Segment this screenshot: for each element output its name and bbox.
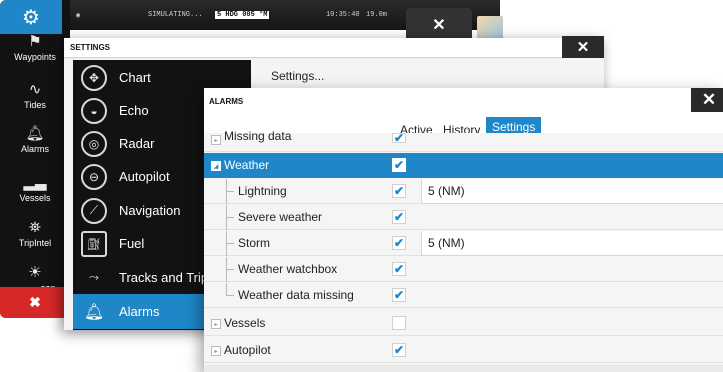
expand-icon[interactable]: ▸ xyxy=(211,135,221,145)
vessel-icon: ▂▃ xyxy=(23,174,47,191)
menu-item-label: Radar xyxy=(119,136,155,151)
alarm-checkbox[interactable]: ✔ xyxy=(392,158,406,172)
steering-wheel-icon: ⊖ xyxy=(81,163,107,190)
alarm-checkbox[interactable]: ✔ xyxy=(392,236,406,250)
tripintel-icon: ⛯ xyxy=(28,219,41,236)
settings-button[interactable]: ⚙ xyxy=(0,0,62,34)
compass-icon: ⟋ xyxy=(81,197,107,224)
alarm-checkbox[interactable] xyxy=(392,316,406,330)
alarm-row-weather[interactable]: ◢ Weather ✔ xyxy=(204,153,723,178)
alarm-row-lightning[interactable]: Lightning ✔ 5 (NM) xyxy=(204,179,723,204)
collapse-icon[interactable]: ◢ xyxy=(211,161,221,171)
alarm-row-weather-watchbox[interactable]: Weather watchbox ✔ xyxy=(204,257,723,282)
gear-icon: ⚙ xyxy=(22,6,40,29)
menu-item-label: Autopilot xyxy=(119,169,170,184)
sidebar-item-label: Tides xyxy=(24,100,46,110)
expand-icon[interactable]: ▸ xyxy=(211,346,221,356)
alarm-row-label: Lightning xyxy=(238,184,287,198)
alarm-row-storm[interactable]: Storm ✔ 5 (NM) xyxy=(204,231,723,256)
alarm-checkbox[interactable]: ✔ xyxy=(392,288,406,302)
alarm-value-field[interactable]: 5 (NM) xyxy=(421,231,723,256)
settings-title: SETTINGS xyxy=(70,43,111,52)
alarms-close-button[interactable]: ✕ xyxy=(691,88,723,112)
time-readout: 10:35:40 xyxy=(326,11,360,19)
menu-item-label: Tracks and Trips xyxy=(119,270,215,285)
bell-icon: 🔔︎ xyxy=(83,303,105,321)
settings-close-button[interactable]: ✕ xyxy=(562,36,604,58)
close-icon: ✖ xyxy=(29,294,41,310)
tree-connector xyxy=(226,243,234,244)
sidebar-item-alarms[interactable]: 🔔︎ Alarms xyxy=(0,125,70,155)
menu-item-label: Chart xyxy=(119,70,151,85)
sun-moon-icon: ☀ xyxy=(28,264,42,281)
sidebar-item-label: TripIntel xyxy=(18,238,52,248)
close-icon: ✕ xyxy=(576,39,590,56)
alarm-value-field[interactable]: 5 (NM) xyxy=(421,179,723,204)
gps-icon: ◉ xyxy=(76,12,81,20)
alarm-row-label: Weather data missing xyxy=(238,288,354,302)
sidebar-item-waypoints[interactable]: ⚑ Waypoints xyxy=(0,33,70,63)
tree-connector xyxy=(226,191,234,192)
alarms-dialog: ALARMS ✕ Active History Settings ▸ Missi… xyxy=(204,88,723,372)
alarms-title: ALARMS xyxy=(209,97,244,106)
tree-connector xyxy=(226,295,234,296)
alarm-checkbox[interactable]: ✔ xyxy=(392,184,406,198)
bell-icon: 🔔︎ xyxy=(25,125,45,142)
tree-connector xyxy=(226,217,234,218)
alarms-header: ALARMS ✕ xyxy=(204,88,723,115)
menu-item-label: Echo xyxy=(119,103,149,118)
alarm-row-label: Severe weather xyxy=(238,210,323,224)
tracks-icon: ⤳ xyxy=(89,270,99,284)
alarm-row-label: Weather xyxy=(224,158,270,172)
alarm-checkbox[interactable]: ✔ xyxy=(392,343,406,357)
settings-panel-text: Settings... xyxy=(271,69,325,83)
alarm-row-weather-data-missing[interactable]: Weather data missing ✔ xyxy=(204,283,723,308)
sidebar-item-label: Waypoints xyxy=(14,52,56,62)
alarm-row-severe-weather[interactable]: Severe weather ✔ xyxy=(204,205,723,230)
alarm-row-autopilot[interactable]: ▸ Autopilot ✔ xyxy=(204,338,723,363)
chart-icon: ✥ xyxy=(81,64,107,91)
map-thumbnail xyxy=(477,16,503,40)
tide-wave-icon: ∿ xyxy=(28,81,42,98)
list-next-row-edge xyxy=(204,365,723,372)
tree-connector xyxy=(226,269,234,270)
close-button[interactable]: ✖ xyxy=(0,287,70,318)
alarm-row-label: Missing data xyxy=(224,129,292,143)
sidebar-item-tripintel[interactable]: ⛯ TripIntel xyxy=(0,219,70,249)
menu-item-label: Navigation xyxy=(119,203,181,218)
alarm-row-label: Storm xyxy=(238,236,271,250)
alarm-row-label: Autopilot xyxy=(224,343,271,357)
menu-item-label: Fuel xyxy=(119,236,145,251)
radar-icon: ◎ xyxy=(81,130,107,157)
sidebar-item-tides[interactable]: ∿ Tides xyxy=(0,81,70,111)
close-icon: ✕ xyxy=(701,90,717,109)
fuel-pump-icon: ⛽︎ xyxy=(81,230,107,257)
app-sidebar: ⚙ ⚑ Waypoints ∿ Tides 🔔︎ Alarms ▂▃ Vesse… xyxy=(0,0,70,318)
expand-icon[interactable]: ▸ xyxy=(211,319,221,329)
menu-item-label: Alarms xyxy=(119,304,160,319)
alarm-row-label: Weather watchbox xyxy=(238,262,338,276)
sidebar-item-vessels[interactable]: ▂▃ Vessels xyxy=(0,174,70,204)
settings-header: SETTINGS ✕ xyxy=(64,36,604,58)
depth-readout: 19.0m xyxy=(366,11,388,19)
sidebar-item-label: Alarms xyxy=(20,144,49,154)
waypoint-flag-icon: ⚑ xyxy=(28,33,42,50)
close-icon: ✕ xyxy=(432,17,446,34)
heading-readout: 5 HDG 005 °M xyxy=(215,11,270,19)
sidebar-item-label: Vessels xyxy=(19,193,51,203)
simulating-label: SIMULATING... xyxy=(148,11,203,19)
alarm-row-label: Vessels xyxy=(224,316,266,330)
alarm-checkbox[interactable]: ✔ xyxy=(392,132,406,144)
alarm-row-missing-data[interactable]: ▸ Missing data ✔ xyxy=(204,129,723,152)
status-close-button[interactable]: ✕ xyxy=(406,8,472,42)
alarm-checkbox[interactable]: ✔ xyxy=(392,210,406,224)
alarm-row-vessels[interactable]: ▸ Vessels xyxy=(204,311,723,336)
alarm-checkbox[interactable]: ✔ xyxy=(392,262,406,276)
echo-icon: ◒ xyxy=(81,97,107,124)
